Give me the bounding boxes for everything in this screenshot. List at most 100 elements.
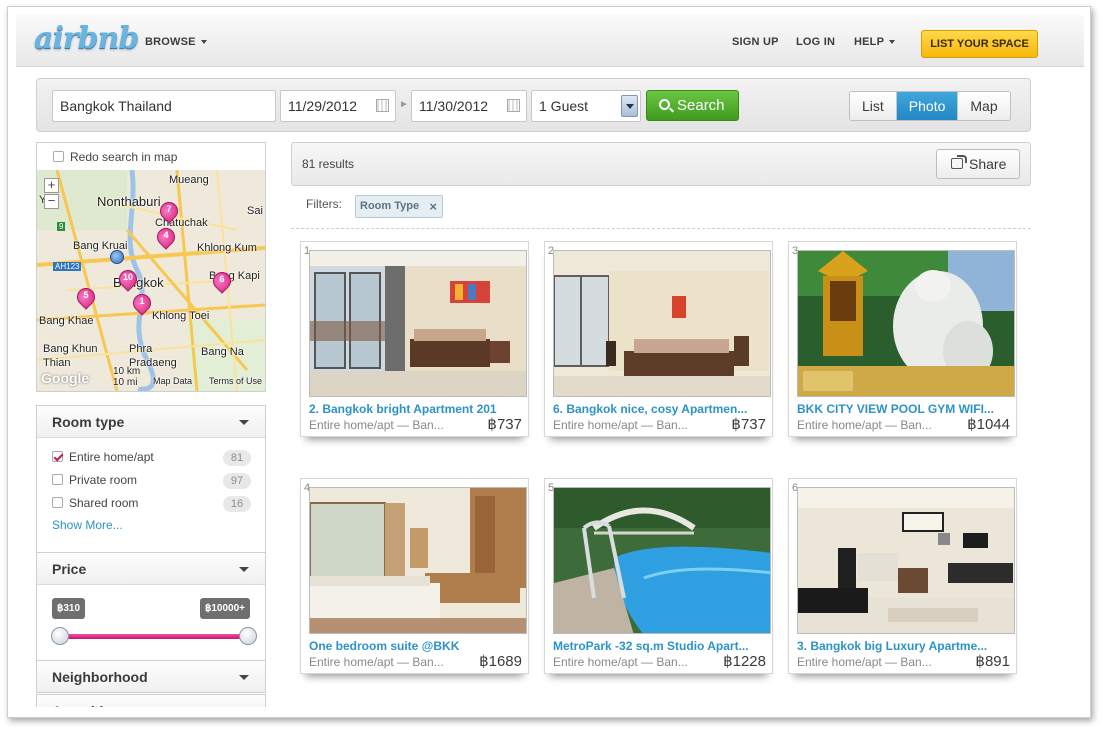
listing-photo[interactable]: [797, 250, 1015, 397]
listing-title-link[interactable]: 3. Bangkok big Luxury Apartme...: [797, 639, 1015, 653]
listing-card[interactable]: 1 2. Bangkok bright Apartment 201 Entire…: [300, 241, 529, 437]
price-slider: ฿310 ฿10000+: [37, 585, 265, 661]
calendar-icon[interactable]: [507, 99, 520, 112]
zoom-out-button[interactable]: −: [44, 194, 59, 209]
guests-value: 1 Guest: [539, 98, 589, 114]
room-type-option-entire[interactable]: Entire home/apt 81: [37, 446, 265, 469]
help-menu[interactable]: HELP: [854, 36, 896, 48]
listing-photo[interactable]: [797, 487, 1015, 634]
living-room-photo: [798, 488, 1014, 633]
slider-track[interactable]: [58, 634, 248, 639]
listing-title-link[interactable]: 6. Bangkok nice, cosy Apartmen...: [553, 402, 771, 416]
checkin-date-value: 11/29/2012: [288, 98, 358, 114]
filter-chip-label: Room Type: [360, 200, 420, 212]
room-type-panel: Room type Entire home/apt 81 Private room…: [36, 405, 266, 553]
price-panel: Price ฿310 ฿10000+: [36, 552, 266, 661]
close-icon[interactable]: ×: [429, 196, 437, 217]
help-label: HELP: [854, 36, 885, 48]
sign-up-link[interactable]: SIGN UP: [732, 36, 779, 48]
map-pin-5[interactable]: 5: [73, 284, 99, 312]
map-label: Bang Khun Thian: [43, 343, 98, 369]
map-pin-7[interactable]: 7: [156, 198, 182, 226]
results-count: 81 results: [302, 157, 355, 171]
listing-card[interactable]: 4 One bedroom suite @BKK Entire home/apt…: [300, 478, 529, 674]
view-list-button[interactable]: List: [850, 92, 897, 120]
dropdown-arrow-icon[interactable]: [621, 95, 638, 117]
share-icon: [951, 155, 967, 169]
listing-photo[interactable]: [309, 487, 527, 634]
show-more-link[interactable]: Show More...: [37, 515, 265, 539]
listing-card[interactable]: 6 3. Bangkok big Luxury Apartme... Entir…: [788, 478, 1017, 674]
checkout-date-input[interactable]: 11/30/2012: [411, 90, 527, 122]
price-header[interactable]: Price: [37, 553, 265, 585]
calendar-icon[interactable]: [376, 99, 389, 112]
map-data-link[interactable]: Map Data: [153, 376, 192, 386]
view-toggle: List Photo Map: [849, 91, 1011, 121]
checkbox[interactable]: [52, 497, 63, 508]
price-min-tag: ฿310: [52, 598, 86, 619]
airbnb-logo[interactable]: airbnb: [34, 21, 139, 56]
slider-max-handle[interactable]: [239, 627, 257, 645]
listing-subtitle: Entire home/apt — Ban...: [309, 655, 444, 669]
route-shield: 9: [57, 222, 66, 231]
list-your-space-button[interactable]: LIST YOUR SPACE: [921, 30, 1038, 58]
location-pin-icon[interactable]: [110, 250, 124, 264]
room-type-option-shared[interactable]: Shared room 16: [37, 492, 265, 515]
checkbox[interactable]: [52, 451, 63, 462]
location-input[interactable]: Bangkok Thailand: [52, 90, 276, 122]
listing-photo[interactable]: [553, 250, 771, 397]
listing-subtitle: Entire home/apt — Ban...: [309, 418, 444, 432]
checkin-date-input[interactable]: 11/29/2012: [280, 90, 396, 122]
neighborhood-header[interactable]: Neighborhood: [37, 661, 265, 692]
room-type-header[interactable]: Room type: [37, 406, 265, 438]
listing-photo[interactable]: [553, 487, 771, 634]
room-type-option-private[interactable]: Private room 97: [37, 469, 265, 492]
listing-photo[interactable]: [309, 250, 527, 397]
map-label: Nonthaburi: [97, 194, 161, 209]
map-pin-6[interactable]: 6: [209, 268, 235, 296]
browse-label: BROWSE: [145, 36, 196, 48]
listing-title-link[interactable]: One bedroom suite @BKK: [309, 639, 527, 653]
map-label: Bang Na: [201, 346, 244, 358]
map-label: Mueang: [169, 174, 209, 186]
listing-title-link[interactable]: 2. Bangkok bright Apartment 201: [309, 402, 527, 416]
chevron-down-icon: [889, 40, 896, 45]
option-label: Shared room: [69, 496, 139, 510]
highway-shield: AH123: [53, 262, 82, 271]
top-nav: airbnb BROWSE SIGN UP LOG IN HELP LIST Y…: [16, 15, 1084, 67]
browse-menu[interactable]: BROWSE: [145, 36, 207, 48]
terms-of-use-link[interactable]: Terms of Use: [209, 376, 262, 386]
map-pin-1[interactable]: 1: [129, 290, 155, 318]
log-in-link[interactable]: LOG IN: [796, 36, 835, 48]
checkbox[interactable]: [52, 474, 63, 485]
listing-title-link[interactable]: BKK CITY VIEW POOL GYM WIFI...: [797, 402, 1015, 416]
slider-min-handle[interactable]: [51, 627, 69, 645]
guests-select[interactable]: 1 Guest: [531, 90, 641, 122]
pin-number: 10: [122, 272, 133, 282]
view-photo-button[interactable]: Photo: [896, 92, 959, 120]
redo-search-checkbox[interactable]: Redo search in map: [53, 150, 177, 164]
checkbox[interactable]: [53, 151, 64, 162]
view-map-button[interactable]: Map: [958, 92, 1010, 120]
map-pin-4[interactable]: 4: [153, 224, 179, 252]
browser-window: airbnb BROWSE SIGN UP LOG IN HELP LIST Y…: [7, 6, 1091, 718]
pin-number: 1: [139, 296, 145, 306]
scale-km: 10 km: [113, 366, 141, 377]
listing-card[interactable]: 5 MetroPark -32 sq.m Studio Apart... Ent…: [544, 478, 773, 674]
option-label: Entire home/apt: [69, 450, 154, 464]
map[interactable]: Mueang Nonthaburi Yai Chatuchak Sai Bang…: [37, 170, 265, 391]
listing-card[interactable]: 2 6. Bangkok nice, cosy Apartmen... Enti…: [544, 241, 773, 437]
listing-price: ฿737: [731, 416, 766, 433]
neighborhood-panel: Neighborhood: [36, 660, 266, 693]
search-button[interactable]: Search: [646, 90, 739, 121]
listing-subtitle: Entire home/apt — Ban...: [797, 655, 932, 669]
listing-title-link[interactable]: MetroPark -32 sq.m Studio Apart...: [553, 639, 771, 653]
share-button[interactable]: Share: [936, 149, 1020, 179]
map-pin-10[interactable]: 10: [115, 266, 141, 294]
share-label: Share: [969, 156, 1007, 172]
zoom-in-button[interactable]: +: [44, 178, 59, 193]
scroll-clip: [16, 707, 276, 717]
active-filter-chip[interactable]: Room Type ×: [355, 195, 443, 218]
arrow-right-icon: ►: [399, 99, 409, 110]
listing-card[interactable]: 3 BKK CITY VIEW POOL GYM WIFI... Entire …: [788, 241, 1017, 437]
